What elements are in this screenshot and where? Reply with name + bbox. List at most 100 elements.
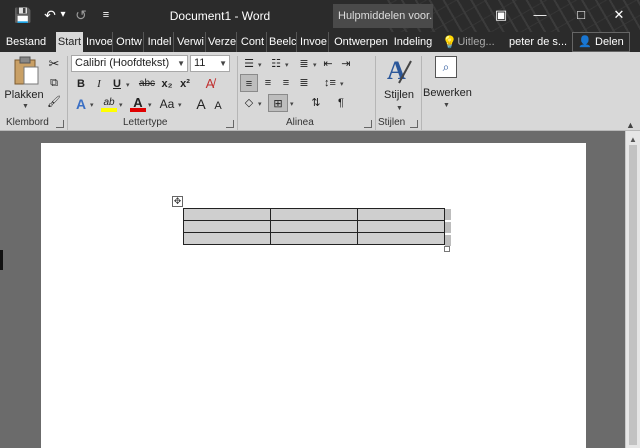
bullets-dropdown-icon[interactable]: ▾ bbox=[258, 61, 262, 69]
text-effects-button[interactable]: A bbox=[74, 95, 88, 113]
svg-text:A: A bbox=[387, 56, 406, 85]
shading-dropdown-icon[interactable]: ▾ bbox=[258, 100, 262, 108]
copy-icon[interactable]: ⧉ bbox=[46, 74, 62, 92]
decrease-indent-icon[interactable]: ⇤ bbox=[320, 55, 336, 73]
bullets-icon[interactable]: ☰ bbox=[241, 55, 257, 73]
tab-review[interactable]: Cont bbox=[239, 32, 267, 52]
table-cell[interactable] bbox=[357, 232, 445, 245]
editing-button[interactable]: ⌕ Bewerken ▼ bbox=[423, 55, 472, 115]
change-case-dropdown-icon[interactable]: ▾ bbox=[178, 101, 182, 109]
sort-icon[interactable]: ⇅ bbox=[308, 94, 324, 112]
editing-label: Bewerken bbox=[423, 87, 472, 99]
lightbulb-icon: 💡 bbox=[442, 35, 454, 49]
tab-add-ins[interactable]: Invoe bbox=[299, 32, 329, 52]
numbering-dropdown-icon[interactable]: ▾ bbox=[285, 61, 289, 69]
format-painter-icon[interactable]: 🖌 bbox=[46, 93, 62, 111]
tab-file[interactable]: Bestand bbox=[4, 32, 48, 52]
collapse-ribbon-icon[interactable]: ▲ bbox=[626, 120, 635, 130]
paste-dropdown-icon[interactable]: ▼ bbox=[22, 103, 29, 110]
subscript-button[interactable]: x₂ bbox=[159, 75, 175, 93]
row-end-marker bbox=[445, 209, 451, 220]
change-case-button[interactable]: Aa bbox=[158, 95, 176, 113]
vertical-scrollbar[interactable]: ▲ bbox=[625, 131, 640, 448]
tab-design[interactable]: Ontw bbox=[115, 32, 144, 52]
borders-icon[interactable]: ⊞ bbox=[268, 94, 288, 112]
minimize-button[interactable]: — bbox=[529, 6, 551, 24]
scroll-up-icon[interactable]: ▲ bbox=[629, 135, 637, 144]
table-resize-handle-icon[interactable] bbox=[444, 246, 450, 252]
justify-icon[interactable]: ≣ bbox=[296, 74, 312, 92]
superscript-button[interactable]: x² bbox=[177, 75, 193, 93]
table-cell[interactable] bbox=[183, 232, 271, 245]
clipboard-dialog-launcher-icon[interactable] bbox=[56, 120, 64, 128]
table-cell[interactable] bbox=[270, 220, 358, 233]
ribbon-tabs: Bestand Start Invoe Ontw Indel Verwi Ver… bbox=[0, 32, 640, 52]
underline-dropdown-icon[interactable]: ▾ bbox=[126, 81, 130, 89]
title-bar: 💾 ↶ ▾ ↺ ≡ Document1 - Word Hulpmiddelen … bbox=[0, 0, 640, 32]
chevron-down-icon: ▼ bbox=[219, 59, 227, 68]
line-spacing-icon[interactable]: ↕≡ bbox=[322, 74, 338, 92]
tab-view[interactable]: Beelc bbox=[269, 32, 297, 52]
underline-button[interactable]: U bbox=[110, 75, 124, 93]
clear-formatting-icon[interactable]: A̸ bbox=[203, 75, 217, 93]
tab-home[interactable]: Start bbox=[56, 32, 83, 52]
numbering-icon[interactable]: ☷ bbox=[268, 55, 284, 73]
tab-references[interactable]: Verwi bbox=[176, 32, 206, 52]
font-size-select[interactable]: 11 ▼ bbox=[190, 55, 230, 72]
highlight-color-button[interactable]: ab bbox=[101, 94, 117, 112]
share-button[interactable]: 👤 Delen bbox=[572, 32, 630, 52]
table-cell[interactable] bbox=[270, 208, 358, 221]
table-move-handle-icon[interactable]: ✥ bbox=[172, 196, 183, 207]
user-account[interactable]: peter de s... bbox=[509, 32, 567, 52]
document-page[interactable] bbox=[41, 143, 586, 448]
table-cell[interactable] bbox=[183, 220, 271, 233]
grow-font-button[interactable]: A bbox=[194, 95, 208, 113]
tab-mailings[interactable]: Verze bbox=[208, 32, 237, 52]
tab-insert[interactable]: Invoe bbox=[86, 32, 113, 52]
font-color-button[interactable]: A bbox=[130, 94, 146, 112]
cut-icon[interactable]: ✂ bbox=[46, 55, 62, 73]
highlight-dropdown-icon[interactable]: ▾ bbox=[119, 101, 123, 109]
tab-table-layout[interactable]: Indeling bbox=[392, 32, 434, 52]
paste-label: Plakken bbox=[4, 89, 44, 101]
word-table[interactable] bbox=[183, 208, 445, 245]
shrink-font-button[interactable]: A bbox=[212, 97, 224, 115]
show-formatting-button[interactable]: ¶ bbox=[334, 94, 348, 112]
tab-table-design[interactable]: Ontwerpen bbox=[331, 32, 391, 52]
group-divider bbox=[421, 56, 422, 130]
word-window: 💾 ↶ ▾ ↺ ≡ Document1 - Word Hulpmiddelen … bbox=[0, 0, 640, 448]
bold-button[interactable]: B bbox=[74, 75, 88, 93]
styles-dialog-launcher-icon[interactable] bbox=[410, 120, 418, 128]
table-cell[interactable] bbox=[357, 208, 445, 221]
table-cell[interactable] bbox=[183, 208, 271, 221]
table-cell[interactable] bbox=[357, 220, 445, 233]
font-color-dropdown-icon[interactable]: ▾ bbox=[148, 101, 152, 109]
align-left-icon[interactable]: ≡ bbox=[240, 74, 258, 92]
scrollbar-thumb[interactable] bbox=[629, 145, 637, 445]
text-effects-dropdown-icon[interactable]: ▾ bbox=[90, 101, 94, 109]
multilevel-list-icon[interactable]: ≣ bbox=[296, 55, 312, 73]
line-spacing-dropdown-icon[interactable]: ▾ bbox=[340, 80, 344, 88]
align-center-icon[interactable]: ≡ bbox=[260, 74, 276, 92]
font-dialog-launcher-icon[interactable] bbox=[226, 120, 234, 128]
strikethrough-button[interactable]: abc bbox=[137, 75, 157, 93]
tab-layout[interactable]: Indel bbox=[146, 32, 174, 52]
table-row bbox=[183, 232, 445, 245]
italic-button[interactable]: I bbox=[92, 75, 106, 93]
window-edge-marker bbox=[0, 250, 3, 270]
paste-button[interactable]: Plakken ▼ bbox=[4, 55, 44, 115]
styles-gallery-button[interactable]: A Stijlen ▼ bbox=[380, 55, 418, 115]
shading-icon[interactable]: ◇ bbox=[241, 94, 257, 112]
font-name-select[interactable]: Calibri (Hoofdtekst) ▼ bbox=[71, 55, 188, 72]
close-button[interactable]: ✕ bbox=[608, 6, 630, 24]
increase-indent-icon[interactable]: ⇥ bbox=[338, 55, 354, 73]
paragraph-dialog-launcher-icon[interactable] bbox=[364, 120, 372, 128]
align-right-icon[interactable]: ≡ bbox=[278, 74, 294, 92]
tell-me-input[interactable]: Uitleg... bbox=[456, 32, 496, 52]
multilevel-dropdown-icon[interactable]: ▾ bbox=[313, 61, 317, 69]
styles-icon: A bbox=[387, 56, 412, 85]
maximize-button[interactable]: □ bbox=[570, 6, 592, 24]
borders-dropdown-icon[interactable]: ▾ bbox=[290, 100, 294, 108]
ribbon-display-options-icon[interactable]: ▣ bbox=[490, 6, 512, 24]
table-cell[interactable] bbox=[270, 232, 358, 245]
